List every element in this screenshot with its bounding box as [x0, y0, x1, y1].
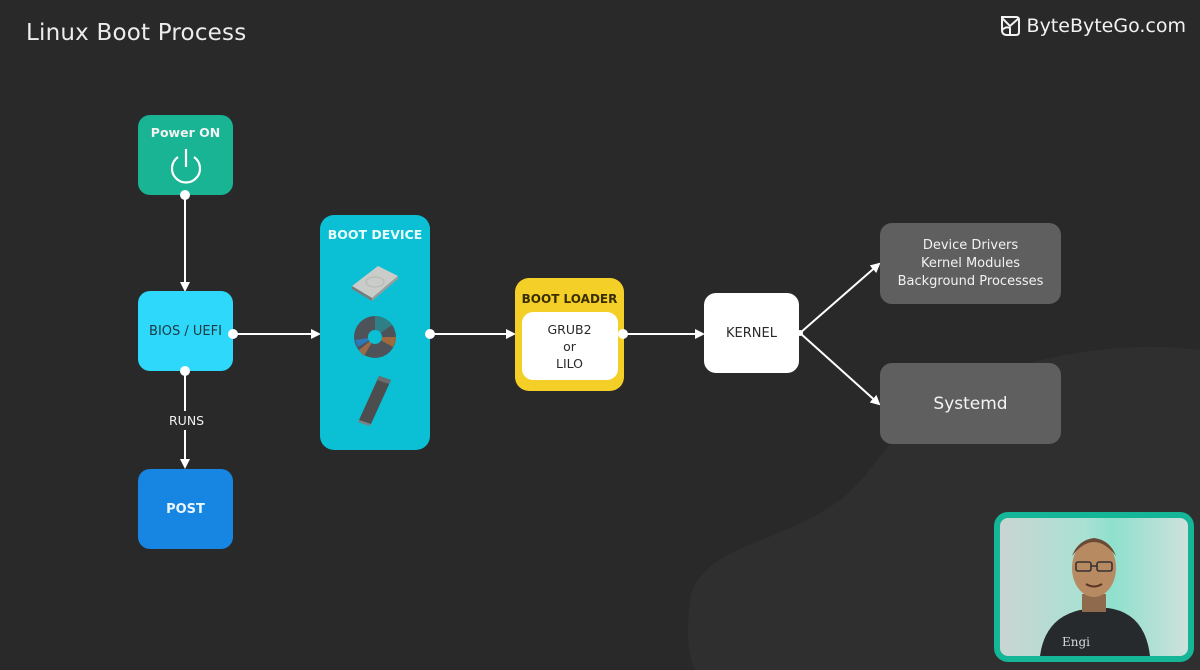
usb-drive-icon: [358, 376, 391, 426]
hard-drive-icon: [352, 266, 398, 301]
loader-option-grub2: GRUB2: [547, 321, 592, 337]
kernel-label: KERNEL: [726, 325, 777, 341]
loader-option-or: or: [563, 338, 576, 354]
cd-disc-icon: [354, 316, 396, 358]
node-post: POST: [138, 469, 233, 549]
node-power-on: Power ON: [138, 115, 233, 195]
background-processes-text: Background Processes: [897, 273, 1044, 289]
node-kernel: KERNEL: [704, 293, 799, 373]
boot-loader-label: BOOT LOADER: [521, 292, 618, 306]
node-systemd: Systemd: [880, 363, 1061, 444]
loader-option-lilo: LILO: [555, 355, 583, 371]
kernel-modules-text: Kernel Modules: [920, 255, 1021, 271]
boot-device-label: BOOT DEVICE: [327, 227, 423, 242]
brand-name: ByteByteGo.com: [1026, 15, 1186, 37]
presenter-image: Engi: [1040, 538, 1150, 656]
post-label: POST: [166, 501, 205, 517]
page-title: Linux Boot Process: [26, 20, 247, 46]
device-drivers-text: Device Drivers: [922, 237, 1019, 253]
edge-label-runs: RUNS: [167, 411, 207, 430]
shirt-text: Engi: [1062, 635, 1090, 649]
bios-label: BIOS / UEFI: [149, 323, 222, 339]
node-boot-loader: BOOT LOADER GRUB2 or LILO: [515, 278, 624, 391]
power-on-label: Power ON: [150, 125, 221, 140]
boot-loader-options: GRUB2 or LILO: [521, 312, 618, 380]
node-boot-device: BOOT DEVICE: [320, 215, 430, 450]
systemd-label: Systemd: [933, 393, 1008, 414]
node-bios-uefi: BIOS / UEFI: [138, 291, 233, 371]
presenter-video[interactable]: Engi: [994, 512, 1194, 662]
power-icon: [170, 149, 201, 184]
node-kernel-services: Device Drivers Kernel Modules Background…: [880, 223, 1061, 304]
brand-logo[interactable]: ByteByteGo.com: [999, 14, 1186, 38]
bytebytego-logo-icon: [1000, 16, 1020, 36]
